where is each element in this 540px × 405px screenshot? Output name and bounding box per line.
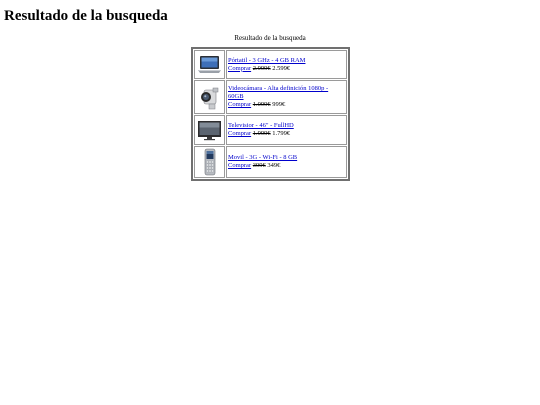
laptop-icon bbox=[196, 54, 223, 76]
product-info: Pórtatil - 3 GHz - 4 GB RAM Comprar 2.99… bbox=[226, 50, 347, 79]
buy-link[interactable]: Comprar bbox=[228, 65, 251, 72]
old-price: 399€ bbox=[252, 162, 266, 169]
product-link[interactable]: Movil - 3G - Wi-Fi - 8 GB bbox=[228, 154, 297, 161]
results-table: Pórtatil - 3 GHz - 4 GB RAM Comprar 2.99… bbox=[191, 47, 350, 181]
result-row: Movil - 3G - Wi-Fi - 8 GB Comprar 399€ 3… bbox=[194, 146, 347, 178]
result-row: Televisior - 46" - FullHD Comprar 1.999€… bbox=[194, 115, 347, 145]
old-price: 2.999€ bbox=[252, 64, 271, 72]
page-heading: Resultado de la busqueda bbox=[4, 8, 168, 24]
result-row: Pórtatil - 3 GHz - 4 GB RAM Comprar 2.99… bbox=[194, 50, 347, 79]
mobile-phone-icon bbox=[196, 148, 223, 176]
buy-link[interactable]: Comprar bbox=[228, 130, 251, 137]
product-info: Videocámara - Alta definición 1080p - 60… bbox=[226, 80, 347, 114]
new-price: 999€ bbox=[272, 101, 286, 108]
product-thumbnail bbox=[194, 146, 225, 178]
product-link[interactable]: Televisior - 46" - FullHD bbox=[228, 122, 294, 129]
old-price: 1.999€ bbox=[252, 130, 271, 137]
new-price: 349€ bbox=[267, 162, 281, 169]
product-link[interactable]: Pórtatil - 3 GHz - 4 GB RAM bbox=[228, 57, 305, 64]
product-info: Movil - 3G - Wi-Fi - 8 GB Comprar 399€ 3… bbox=[226, 146, 347, 178]
buy-link[interactable]: Comprar bbox=[228, 162, 251, 169]
buy-link[interactable]: Comprar bbox=[228, 101, 251, 108]
product-thumbnail bbox=[194, 50, 225, 79]
result-row: Videocámara - Alta definición 1080p - 60… bbox=[194, 80, 347, 114]
old-price: 1.099€ bbox=[252, 101, 271, 108]
television-icon bbox=[196, 119, 223, 141]
results-caption: Resultado de la busqueda bbox=[234, 34, 306, 42]
camcorder-icon bbox=[196, 82, 223, 112]
product-info: Televisior - 46" - FullHD Comprar 1.999€… bbox=[226, 115, 347, 145]
product-link[interactable]: Videocámara - Alta definición 1080p - 60… bbox=[228, 85, 328, 100]
new-price: 1.799€ bbox=[272, 130, 291, 137]
product-thumbnail bbox=[194, 80, 225, 114]
new-price: 2.599€ bbox=[272, 64, 291, 72]
product-thumbnail bbox=[194, 115, 225, 145]
